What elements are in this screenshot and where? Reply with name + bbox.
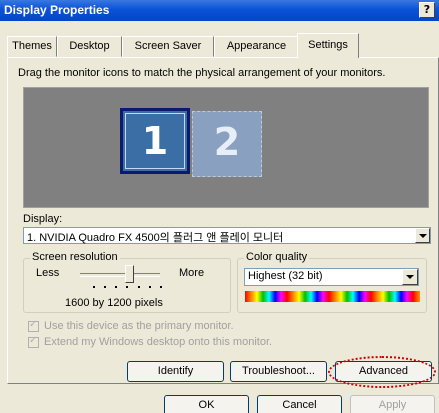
help-button[interactable]: ? [419,2,435,18]
advanced-button[interactable]: Advanced [335,361,432,382]
slider-tick [138,286,140,288]
extend-desktop-option: Extend my Windows desktop onto this moni… [28,335,273,348]
slider-tick [104,286,106,288]
window-title: Display Properties [4,3,110,17]
title-bar[interactable]: Display Properties ? [0,0,439,21]
tab-themes[interactable]: Themes [7,36,57,57]
color-quality-title: Color quality [244,251,310,263]
tab-desktop[interactable]: Desktop [57,36,122,57]
resolution-slider-thumb[interactable] [125,265,134,283]
color-quality-value: Highest (32 bit) [248,270,323,282]
extend-desktop-label: Extend my Windows desktop onto this moni… [44,336,273,348]
ok-button[interactable]: OK [164,395,249,413]
monitor-arrangement-area: 1 2 [23,87,429,208]
tab-screen-saver[interactable]: Screen Saver [122,36,214,57]
resolution-slider-track[interactable] [80,273,160,277]
slider-tick [115,286,117,288]
troubleshoot-button[interactable]: Troubleshoot... [230,361,327,382]
monitor-2-number: 2 [213,120,241,164]
display-select[interactable]: 1. NVIDIA Quadro FX 4500의 플러그 앤 플레이 모니터 [23,227,431,244]
color-quality-dropdown-arrow-icon[interactable] [402,269,418,285]
primary-monitor-checkbox [28,319,39,332]
resolution-less-label: Less [36,267,60,279]
monitor-2[interactable]: 2 [192,111,262,177]
primary-monitor-label: Use this device as the primary monitor. [44,320,234,332]
display-dropdown-arrow-icon[interactable] [415,228,430,243]
display-label: Display: [23,213,63,225]
slider-tick [149,286,151,288]
instructions-text: Drag the monitor icons to match the phys… [18,67,386,79]
apply-button[interactable]: Apply [350,395,435,413]
tab-settings[interactable]: Settings [297,33,359,58]
screen-resolution-title: Screen resolution [30,251,120,263]
resolution-more-label: More [179,267,205,279]
display-properties-window: Display Properties ? Themes Desktop Scre… [0,0,439,413]
slider-tick [126,286,128,288]
tab-appearance[interactable]: Appearance [214,36,299,57]
extend-desktop-checkbox [28,335,39,348]
resolution-value: 1600 by 1200 pixels [65,297,163,309]
monitor-1-number: 1 [141,119,169,163]
slider-tick [160,286,162,288]
cancel-button[interactable]: Cancel [257,395,342,413]
identify-button[interactable]: Identify [127,361,224,382]
display-select-value: 1. NVIDIA Quadro FX 4500의 플러그 앤 플레이 모니터 [27,232,284,244]
color-quality-select[interactable]: Highest (32 bit) [244,268,419,286]
color-spectrum-bar [245,291,420,302]
primary-monitor-option: Use this device as the primary monitor. [28,319,234,332]
slider-tick [93,286,95,288]
monitor-1[interactable]: 1 [120,108,190,174]
